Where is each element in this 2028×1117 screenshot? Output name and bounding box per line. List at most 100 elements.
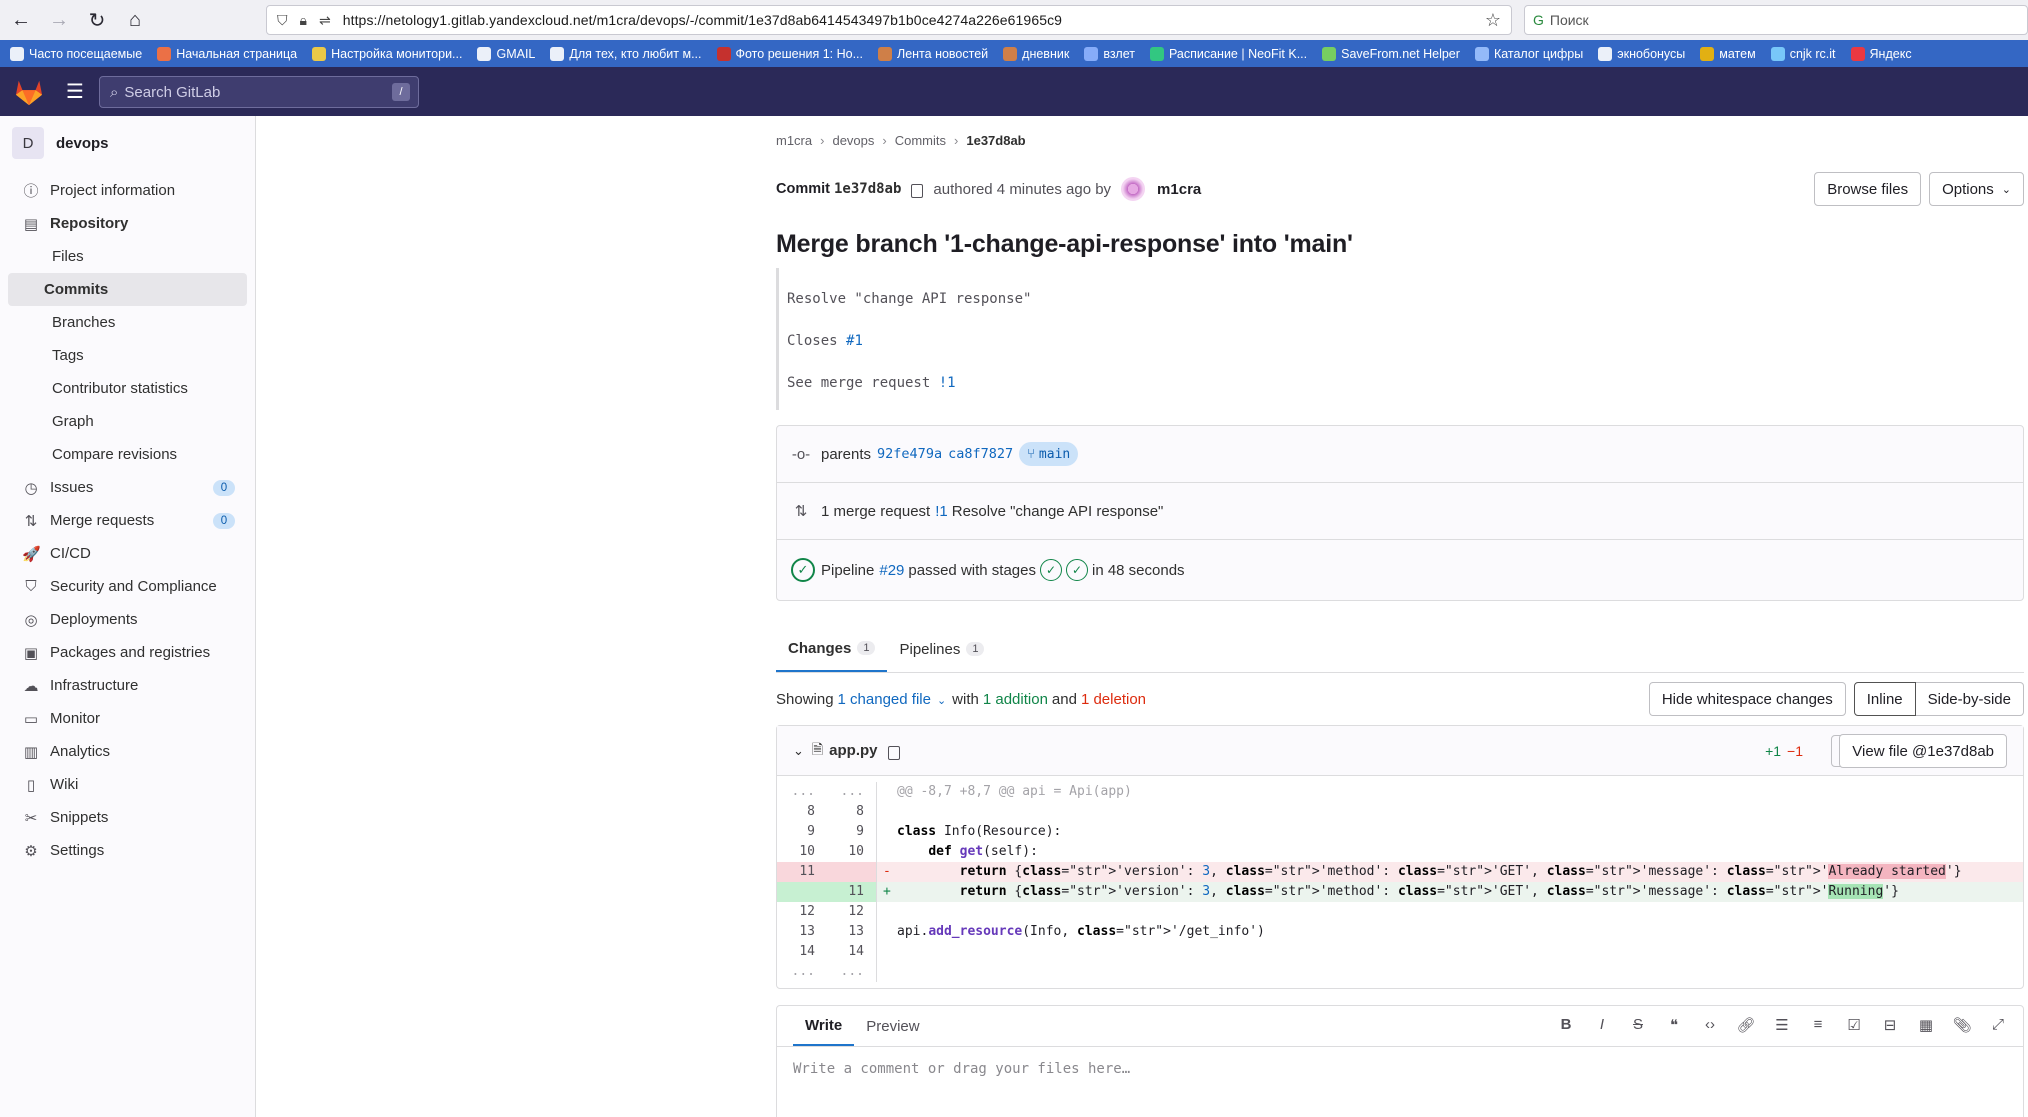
sidebar-item-contributor-statistics[interactable]: Contributor statistics [8, 372, 247, 405]
sidebar-item-project-information[interactable]: ⓘ Project information [0, 174, 255, 207]
new-line-number[interactable] [827, 862, 877, 882]
gitlab-logo-icon[interactable] [14, 78, 44, 106]
sidebar-item-snippets[interactable]: ✂ Snippets [0, 801, 255, 834]
copy-icon[interactable] [911, 184, 924, 198]
old-line-number[interactable]: 11 [777, 862, 827, 882]
back-arrow-icon[interactable]: ← [4, 3, 38, 37]
old-line-number[interactable]: 9 [777, 822, 827, 842]
home-icon[interactable]: ⌂ [118, 3, 152, 37]
new-line-number[interactable]: 10 [827, 842, 877, 862]
view-file-button[interactable]: View file @1e37d8ab [1839, 734, 2007, 768]
new-line-number[interactable]: 8 [827, 802, 877, 822]
project-header[interactable]: D devops [0, 116, 255, 170]
bookmark-item[interactable]: Начальная страница [157, 46, 297, 61]
new-line-number[interactable]: 12 [827, 902, 877, 922]
bookmark-item[interactable]: матем [1700, 46, 1756, 61]
bookmark-item[interactable]: Для тех, кто любит м... [550, 46, 702, 61]
tab-write[interactable]: Write [793, 1006, 855, 1046]
inline-view-button[interactable]: Inline [1853, 682, 1916, 716]
changed-files-dropdown[interactable]: 1 changed file ⌄ [838, 691, 947, 708]
sidebar-item-analytics[interactable]: ▥ Analytics [0, 735, 255, 768]
strikethrough-icon[interactable]: S [1627, 1016, 1649, 1034]
tab-preview[interactable]: Preview [854, 1006, 931, 1046]
bookmark-item[interactable]: Расписание | NeoFit K... [1149, 46, 1307, 61]
sidebar-item-files[interactable]: Files [8, 240, 247, 273]
bookmark-item[interactable]: взлет [1084, 46, 1135, 61]
sidebar-item-commits[interactable]: Commits [8, 273, 247, 306]
bookmark-item[interactable]: SaveFrom.net Helper [1322, 46, 1460, 61]
bookmark-item[interactable]: cnjk rc.it [1770, 46, 1836, 61]
tab-pipelines[interactable]: Pipelines 1 [887, 626, 996, 672]
bookmark-item[interactable]: Настройка монитори... [312, 46, 462, 61]
file-name[interactable]: app.py [829, 742, 877, 759]
old-line-number[interactable]: 8 [777, 802, 827, 822]
parent-link[interactable]: 92fe479a [877, 446, 942, 462]
browser-search-box[interactable]: G Поиск [1524, 5, 2028, 35]
pipeline-link[interactable]: #29 [879, 562, 904, 579]
breadcrumb-item[interactable]: m1cra [776, 133, 812, 148]
bookmark-item[interactable]: дневник [1003, 46, 1069, 61]
bookmark-item[interactable]: Часто посещаемые [10, 46, 142, 61]
hide-whitespace-button[interactable]: Hide whitespace changes [1648, 682, 1846, 716]
old-line-number[interactable]: 14 [777, 942, 827, 962]
comment-textarea[interactable]: Write a comment or drag your files here… [777, 1047, 2023, 1091]
sidebar-item-repository[interactable]: ▤ Repository [0, 207, 255, 240]
new-line-number[interactable]: 11 [827, 882, 877, 902]
browse-files-button[interactable]: Browse files [1814, 172, 1922, 206]
copy-icon[interactable] [887, 745, 900, 760]
sidebar-item-settings[interactable]: ⚙ Settings [0, 834, 255, 867]
old-line-number[interactable]: 13 [777, 922, 827, 942]
quote-icon[interactable]: ❝ [1663, 1016, 1685, 1034]
forward-arrow-icon[interactable]: → [42, 3, 76, 37]
old-line-number[interactable]: ... [777, 962, 827, 982]
code-icon[interactable]: ‹› [1699, 1016, 1721, 1034]
old-line-number[interactable]: 10 [777, 842, 827, 862]
new-line-number[interactable]: ... [827, 962, 877, 982]
new-line-number[interactable]: 9 [827, 822, 877, 842]
options-dropdown[interactable]: Options ⌄ [1929, 172, 2024, 206]
old-line-number[interactable] [777, 882, 827, 902]
italic-icon[interactable]: I [1591, 1016, 1613, 1034]
sidebar-item-infrastructure[interactable]: ☁ Infrastructure [0, 669, 255, 702]
hamburger-menu-icon[interactable]: ☰ [66, 79, 90, 104]
sidebar-item-ci-cd[interactable]: 🚀 CI/CD [0, 537, 255, 570]
breadcrumb-item[interactable]: devops [832, 133, 874, 148]
bookmark-item[interactable]: Яндекс [1850, 46, 1912, 61]
sidebar-item-graph[interactable]: Graph [8, 405, 247, 438]
reload-icon[interactable]: ↻ [80, 3, 114, 37]
old-line-number[interactable]: ... [777, 782, 827, 802]
merge-request-link[interactable]: !1 [939, 375, 956, 391]
side-by-side-button[interactable]: Side-by-side [1915, 682, 2024, 716]
bookmark-item[interactable]: Лента новостей [878, 46, 988, 61]
bookmark-item[interactable]: Каталог цифры [1474, 46, 1583, 61]
avatar[interactable] [1121, 177, 1146, 201]
sidebar-item-deployments[interactable]: ◎ Deployments [0, 603, 255, 636]
sidebar-item-branches[interactable]: Branches [8, 306, 247, 339]
page-settings-icon[interactable]: ⇌ [319, 12, 331, 29]
bullet-list-icon[interactable]: ☰ [1771, 1016, 1793, 1034]
breadcrumb-item[interactable]: Commits [895, 133, 946, 148]
new-line-number[interactable]: 14 [827, 942, 877, 962]
pipeline-passed-icon[interactable]: ✓ [791, 558, 815, 582]
bold-icon[interactable]: B [1555, 1016, 1577, 1034]
table-icon[interactable]: ▦ [1915, 1016, 1937, 1034]
bookmark-item[interactable]: GMAIL [477, 46, 535, 61]
sidebar-item-issues[interactable]: ◷ Issues 0 [0, 471, 255, 504]
chevron-down-icon[interactable]: ⌄ [793, 743, 804, 759]
gitlab-search-input[interactable]: ⌕ Search GitLab / [99, 76, 419, 108]
sidebar-item-packages-and-registries[interactable]: ▣ Packages and registries [0, 636, 255, 669]
attach-icon[interactable]: 📎︎ [1951, 1016, 1973, 1034]
merge-request-link[interactable]: !1 [935, 503, 948, 520]
sidebar-item-security-and-compliance[interactable]: ⛉ Security and Compliance [0, 570, 255, 603]
old-line-number[interactable]: 12 [777, 902, 827, 922]
new-line-number[interactable]: ... [827, 782, 877, 802]
sidebar-item-wiki[interactable]: ▯ Wiki [0, 768, 255, 801]
address-bar[interactable]: ⛉ 🔒︎ ⇌ https://netology1.gitlab.yandexcl… [266, 5, 1512, 35]
branch-badge[interactable]: ⑂ main [1019, 442, 1079, 466]
stage-passed-icon[interactable]: ✓ [1039, 559, 1062, 581]
sidebar-item-compare-revisions[interactable]: Compare revisions [8, 438, 247, 471]
tab-changes[interactable]: Changes 1 [776, 626, 888, 672]
sidebar-item-merge-requests[interactable]: ⇅ Merge requests 0 [0, 504, 255, 537]
new-line-number[interactable]: 13 [827, 922, 877, 942]
collapsible-icon[interactable]: ⊟ [1879, 1016, 1901, 1034]
